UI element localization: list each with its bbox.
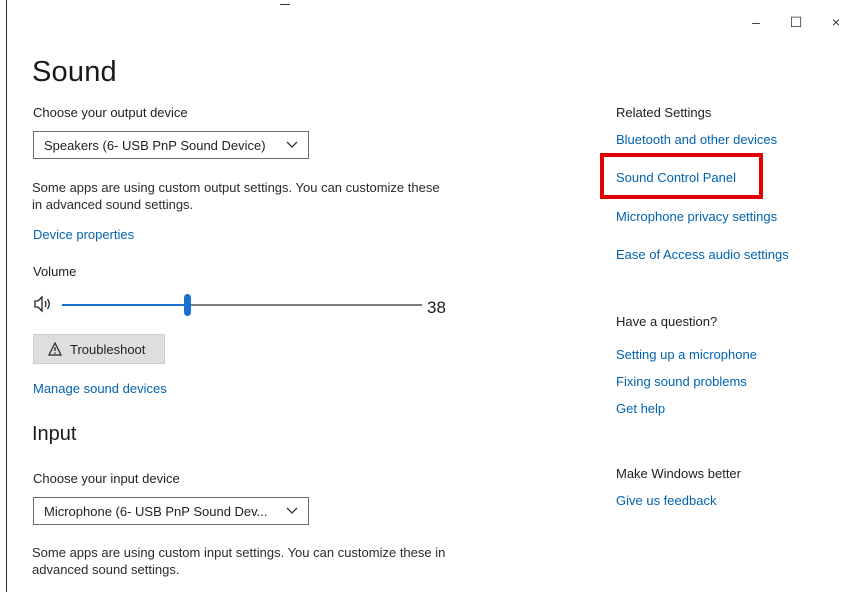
- minimize-button[interactable]: –: [736, 12, 776, 32]
- output-description: Some apps are using custom output settin…: [32, 179, 440, 213]
- volume-label: Volume: [33, 264, 77, 279]
- highlight-box: [600, 153, 763, 199]
- maximize-icon: ☐: [789, 13, 803, 30]
- close-button[interactable]: ×: [816, 12, 856, 32]
- troubleshoot-label: Troubleshoot: [70, 341, 146, 357]
- window-left-border: [6, 0, 7, 592]
- output-device-value: Speakers (6- USB PnP Sound Device): [44, 137, 266, 153]
- input-description: Some apps are using custom input setting…: [32, 544, 445, 578]
- chevron-down-icon: [286, 504, 298, 518]
- close-icon: ×: [831, 14, 841, 30]
- minimize-icon: –: [752, 14, 760, 30]
- output-description-line: Some apps are using custom output settin…: [32, 180, 440, 195]
- chevron-down-icon: [286, 138, 298, 152]
- speaker-icon[interactable]: [33, 295, 53, 313]
- warning-icon: [48, 341, 62, 356]
- microphone-privacy-link[interactable]: Microphone privacy settings: [616, 209, 777, 224]
- question-title: Have a question?: [616, 314, 718, 329]
- input-description-line: Some apps are using custom input setting…: [32, 545, 446, 560]
- input-description-line: advanced sound settings.: [32, 562, 180, 577]
- window-title-fragment: [280, 0, 290, 5]
- get-help-link[interactable]: Get help: [616, 401, 665, 416]
- ease-of-access-audio-link[interactable]: Ease of Access audio settings: [616, 247, 789, 262]
- volume-value: 38: [427, 298, 446, 317]
- page-title: Sound: [32, 56, 117, 88]
- device-properties-link[interactable]: Device properties: [33, 227, 134, 242]
- volume-fill: [62, 304, 187, 306]
- input-device-label: Choose your input device: [33, 471, 180, 486]
- give-feedback-link[interactable]: Give us feedback: [616, 493, 716, 508]
- output-description-line: in advanced sound settings.: [32, 197, 194, 212]
- volume-thumb[interactable]: [184, 294, 191, 316]
- bluetooth-devices-link[interactable]: Bluetooth and other devices: [616, 132, 777, 147]
- input-device-dropdown[interactable]: Microphone (6- USB PnP Sound Dev...: [33, 497, 309, 525]
- fixing-sound-problems-link[interactable]: Fixing sound problems: [616, 374, 747, 389]
- setting-up-microphone-link[interactable]: Setting up a microphone: [616, 347, 757, 362]
- input-section-title: Input: [32, 423, 77, 445]
- output-device-dropdown[interactable]: Speakers (6- USB PnP Sound Device): [33, 131, 309, 159]
- maximize-button[interactable]: ☐: [776, 12, 816, 32]
- related-settings-title: Related Settings: [616, 105, 712, 120]
- window-controls: – ☐ ×: [736, 12, 856, 32]
- input-device-value: Microphone (6- USB PnP Sound Dev...: [44, 503, 268, 519]
- feedback-title: Make Windows better: [616, 466, 741, 481]
- volume-slider[interactable]: [33, 292, 453, 318]
- manage-sound-devices-link[interactable]: Manage sound devices: [33, 381, 167, 396]
- troubleshoot-button[interactable]: Troubleshoot: [33, 334, 165, 364]
- output-device-label: Choose your output device: [33, 105, 188, 120]
